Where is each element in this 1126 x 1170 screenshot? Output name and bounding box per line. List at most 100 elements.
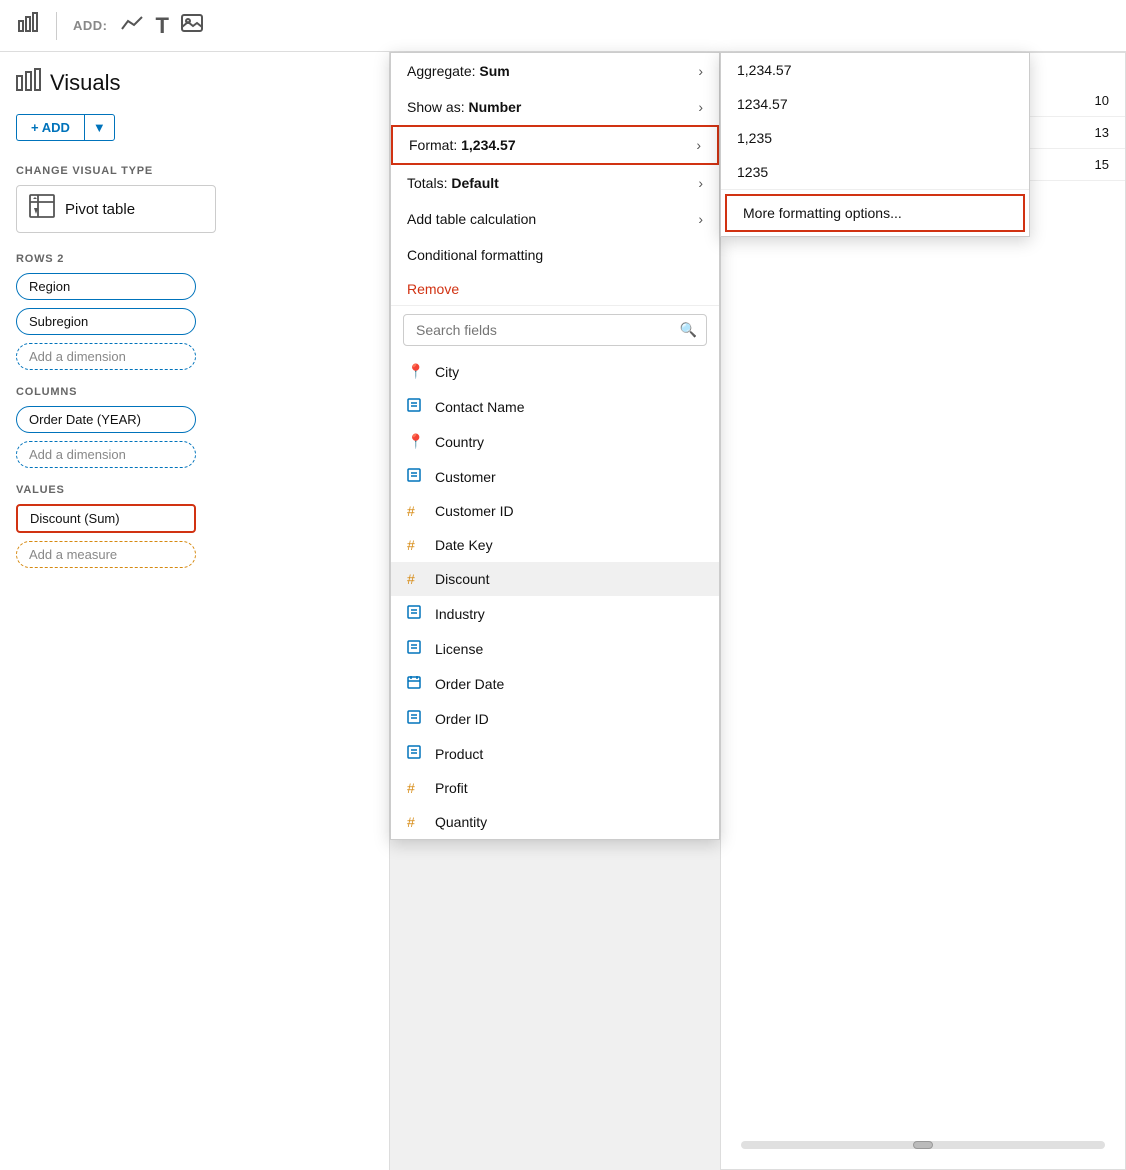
add-table-calculation-arrow: › (698, 211, 703, 227)
quantity-hash-icon: # (407, 814, 425, 830)
add-table-calculation-item[interactable]: Add table calculation › (391, 201, 719, 237)
more-formatting-options[interactable]: More formatting options... (725, 194, 1025, 232)
discount-sum-pill[interactable]: Discount (Sum) (16, 504, 196, 533)
add-dimension-pill-rows[interactable]: Add a dimension (16, 343, 196, 370)
customer-id-label: Customer ID (435, 503, 514, 519)
list-item-contact-name[interactable]: Contact Name (391, 389, 719, 424)
customer-box-icon (407, 468, 425, 485)
visuals-icon (16, 68, 42, 98)
list-item-customer[interactable]: Customer (391, 459, 719, 494)
trend-icon[interactable] (120, 13, 144, 39)
list-item-license[interactable]: License (391, 631, 719, 666)
remove-item[interactable]: Remove (391, 273, 719, 305)
scrollbar-thumb[interactable] (913, 1141, 933, 1149)
context-menu: Aggregate: Sum › Show as: Number › Forma… (390, 52, 720, 840)
aggregate-menu-item[interactable]: Aggregate: Sum › (391, 53, 719, 89)
aggregate-arrow: › (698, 63, 703, 79)
columns-section: COLUMNS Order Date (YEAR) Add a dimensio… (16, 386, 373, 468)
format-option-2[interactable]: 1,235 (721, 121, 1029, 155)
add-dimension-pill-columns[interactable]: Add a dimension (16, 441, 196, 468)
scrollbar-track (741, 1141, 1105, 1149)
date-key-hash-icon: # (407, 537, 425, 553)
contact-name-label: Contact Name (435, 399, 524, 415)
add-main-button[interactable]: + ADD (16, 114, 84, 141)
customer-label: Customer (435, 469, 496, 485)
format-option-0[interactable]: 1,234.57 (721, 53, 1029, 87)
format-divider (721, 189, 1029, 190)
region-label: Region (29, 279, 70, 294)
product-box-icon (407, 745, 425, 762)
rows-label: ROWS 2 (16, 253, 373, 265)
toolbar-divider (56, 12, 57, 40)
city-pin-icon: 📍 (407, 363, 425, 380)
industry-label: Industry (435, 606, 485, 622)
order-id-box-icon (407, 710, 425, 727)
product-label: Product (435, 746, 483, 762)
list-item-order-id[interactable]: Order ID (391, 701, 719, 736)
list-item-customer-id[interactable]: # Customer ID (391, 494, 719, 528)
add-measure-pill[interactable]: Add a measure (16, 541, 196, 568)
image-icon[interactable] (181, 13, 203, 39)
format-label: Format: 1,234.57 (409, 137, 516, 153)
list-item-discount[interactable]: # Discount (391, 562, 719, 596)
order-date-pill[interactable]: Order Date (YEAR) (16, 406, 196, 433)
list-item-city[interactable]: 📍 City (391, 354, 719, 389)
license-box-icon (407, 640, 425, 657)
format-option-3[interactable]: 1235 (721, 155, 1029, 189)
add-button-group: + ADD ▼ (16, 114, 115, 141)
search-input[interactable] (403, 314, 707, 346)
contact-box-icon (407, 398, 425, 415)
conditional-formatting-item[interactable]: Conditional formatting (391, 237, 719, 273)
format-submenu: 1,234.57 1234.57 1,235 1235 More formatt… (720, 52, 1030, 237)
list-item-country[interactable]: 📍 Country (391, 424, 719, 459)
totals-menu-item[interactable]: Totals: Default › (391, 165, 719, 201)
show-as-arrow: › (698, 99, 703, 115)
add-label: ADD: (73, 18, 108, 33)
change-visual-section: CHANGE VISUAL TYPE Pivot table (16, 165, 373, 233)
chart-icon[interactable] (16, 11, 40, 41)
discount-hash-icon: # (407, 571, 425, 587)
visual-type-label: Pivot table (65, 201, 135, 218)
list-item-product[interactable]: Product (391, 736, 719, 771)
list-item-quantity[interactable]: # Quantity (391, 805, 719, 839)
totals-arrow: › (698, 175, 703, 191)
add-measure-label: Add a measure (29, 547, 117, 562)
add-dimension-label-columns: Add a dimension (29, 447, 126, 462)
order-id-label: Order ID (435, 711, 489, 727)
add-dimension-label-rows: Add a dimension (29, 349, 126, 364)
toolbar: ADD: T (0, 0, 1126, 52)
discount-label: Discount (435, 571, 489, 587)
quantity-label: Quantity (435, 814, 487, 830)
list-item-order-date[interactable]: Order Date (391, 666, 719, 701)
text-icon[interactable]: T (156, 13, 169, 39)
search-field-container: 🔍 (391, 306, 719, 354)
customer-id-hash-icon: # (407, 503, 425, 519)
visual-type-box[interactable]: Pivot table (16, 185, 216, 233)
show-as-menu-item[interactable]: Show as: Number › (391, 89, 719, 125)
city-label: City (435, 364, 459, 380)
field-list: 📍 City Contact Name 📍 Country Customer #… (391, 354, 719, 839)
change-visual-label: CHANGE VISUAL TYPE (16, 165, 373, 177)
subregion-label: Subregion (29, 314, 88, 329)
values-label: VALUES (16, 484, 373, 496)
industry-box-icon (407, 605, 425, 622)
totals-label: Totals: Default (407, 175, 499, 191)
country-label: Country (435, 434, 484, 450)
pivot-table-icon (29, 194, 55, 224)
search-wrapper: 🔍 (403, 314, 707, 346)
columns-label: COLUMNS (16, 386, 373, 398)
list-item-date-key[interactable]: # Date Key (391, 528, 719, 562)
region-pill[interactable]: Region (16, 273, 196, 300)
order-date-cal-icon (407, 675, 425, 692)
country-pin-icon: 📍 (407, 433, 425, 450)
aggregate-label: Aggregate: Sum (407, 63, 510, 79)
format-option-1[interactable]: 1234.57 (721, 87, 1029, 121)
format-arrow: › (696, 137, 701, 153)
list-item-profit[interactable]: # Profit (391, 771, 719, 805)
add-dropdown-button[interactable]: ▼ (84, 114, 115, 141)
list-item-industry[interactable]: Industry (391, 596, 719, 631)
conditional-formatting-label: Conditional formatting (407, 247, 543, 263)
subregion-pill[interactable]: Subregion (16, 308, 196, 335)
date-key-label: Date Key (435, 537, 493, 553)
format-menu-item[interactable]: Format: 1,234.57 › (391, 125, 719, 165)
